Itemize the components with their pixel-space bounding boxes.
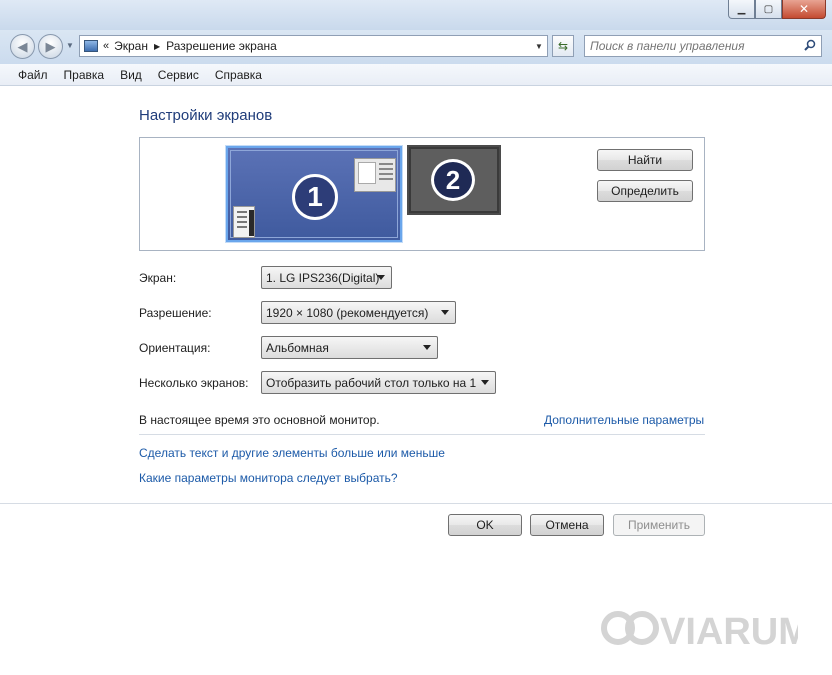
chevron-down-icon [423, 345, 431, 350]
resolution-select[interactable]: 1920 × 1080 (рекомендуется) [261, 301, 456, 324]
arrow-left-icon: ◀ [17, 38, 28, 54]
maximize-icon[interactable]: ▢ [755, 0, 782, 19]
breadcrumb-item-resolution[interactable]: Разрешение экрана [166, 39, 277, 53]
address-dropdown-icon[interactable]: ▼ [531, 36, 547, 56]
minimize-icon[interactable]: ▁ [728, 0, 755, 19]
menu-edit[interactable]: Правка [56, 68, 113, 82]
monitor-1[interactable]: 1 [226, 146, 402, 242]
chevron-down-icon [481, 380, 489, 385]
menu-file[interactable]: Файл [10, 68, 56, 82]
resolution-label: Разрешение: [139, 306, 212, 320]
page-title: Настройки экранов [139, 107, 273, 124]
multiple-displays-label: Несколько экранов: [139, 376, 249, 390]
title-bar: ▁ ▢ ✕ [0, 0, 832, 30]
display-label: Экран: [139, 271, 177, 285]
find-button[interactable]: Найти [597, 149, 693, 171]
menu-help[interactable]: Справка [207, 68, 270, 82]
monitor-1-number: 1 [292, 174, 338, 220]
identify-button[interactable]: Определить [597, 180, 693, 202]
menu-tools[interactable]: Сервис [150, 68, 207, 82]
window-controls: ▁ ▢ ✕ [728, 0, 826, 19]
refresh-button[interactable]: ⇆ [552, 35, 574, 57]
chevron-down-icon [441, 310, 449, 315]
close-icon[interactable]: ✕ [782, 0, 826, 19]
orientation-select[interactable]: Альбомная [261, 336, 438, 359]
search-input[interactable] [590, 39, 800, 53]
resolution-select-value: 1920 × 1080 (рекомендуется) [266, 305, 429, 320]
main-monitor-text: В настоящее время это основной монитор. [139, 413, 380, 427]
breadcrumb-item-screen[interactable]: Экран [114, 39, 148, 53]
breadcrumb-overflow[interactable]: « [103, 40, 109, 52]
refresh-icon: ⇆ [557, 39, 569, 53]
menu-view[interactable]: Вид [112, 68, 150, 82]
divider [139, 434, 705, 435]
orientation-label: Ориентация: [139, 341, 211, 355]
back-button[interactable]: ◀ [10, 34, 35, 59]
search-icon[interactable] [804, 39, 816, 51]
address-bar[interactable]: « Экран ▶ Разрешение экрана ▼ [79, 35, 548, 57]
display-select-value: 1. LG IPS236(Digital) [266, 270, 380, 285]
display-select[interactable]: 1. LG IPS236(Digital) [261, 266, 392, 289]
watermark-logo: VIARUM [601, 611, 798, 652]
apply-button[interactable]: Применить [613, 514, 705, 536]
menu-bar: Файл Правка Вид Сервис Справка [0, 64, 832, 86]
chevron-right-icon[interactable]: ▶ [154, 42, 160, 51]
forward-button[interactable]: ▶ [38, 34, 63, 59]
cancel-button[interactable]: Отмена [530, 514, 604, 536]
footer-divider [0, 503, 832, 504]
advanced-settings-link[interactable]: Дополнительные параметры [544, 413, 704, 427]
watermark-text: VIARUM [660, 611, 798, 652]
multiple-displays-select-value: Отобразить рабочий стол только на 1 [266, 375, 477, 390]
monitor-layout-panel: 1 2 Найти Определить [139, 137, 705, 251]
search-box[interactable] [584, 35, 822, 57]
chevron-down-icon [377, 275, 385, 280]
gadget-thumbnail-icon [233, 206, 255, 238]
text-size-link[interactable]: Сделать текст и другие элементы больше и… [139, 446, 445, 460]
monitor-2-number: 2 [431, 159, 475, 201]
multiple-displays-select[interactable]: Отобразить рабочий стол только на 1 [261, 371, 496, 394]
ok-button[interactable]: OK [448, 514, 522, 536]
monitor-2[interactable]: 2 [407, 145, 501, 215]
orientation-select-value: Альбомная [266, 340, 329, 355]
arrow-right-icon: ▶ [45, 38, 56, 54]
history-dropdown-icon[interactable]: ▼ [66, 41, 74, 50]
window-thumbnail-icon [354, 158, 396, 192]
monitor-settings-help-link[interactable]: Какие параметры монитора следует выбрать… [139, 471, 398, 485]
control-panel-icon [84, 40, 98, 52]
